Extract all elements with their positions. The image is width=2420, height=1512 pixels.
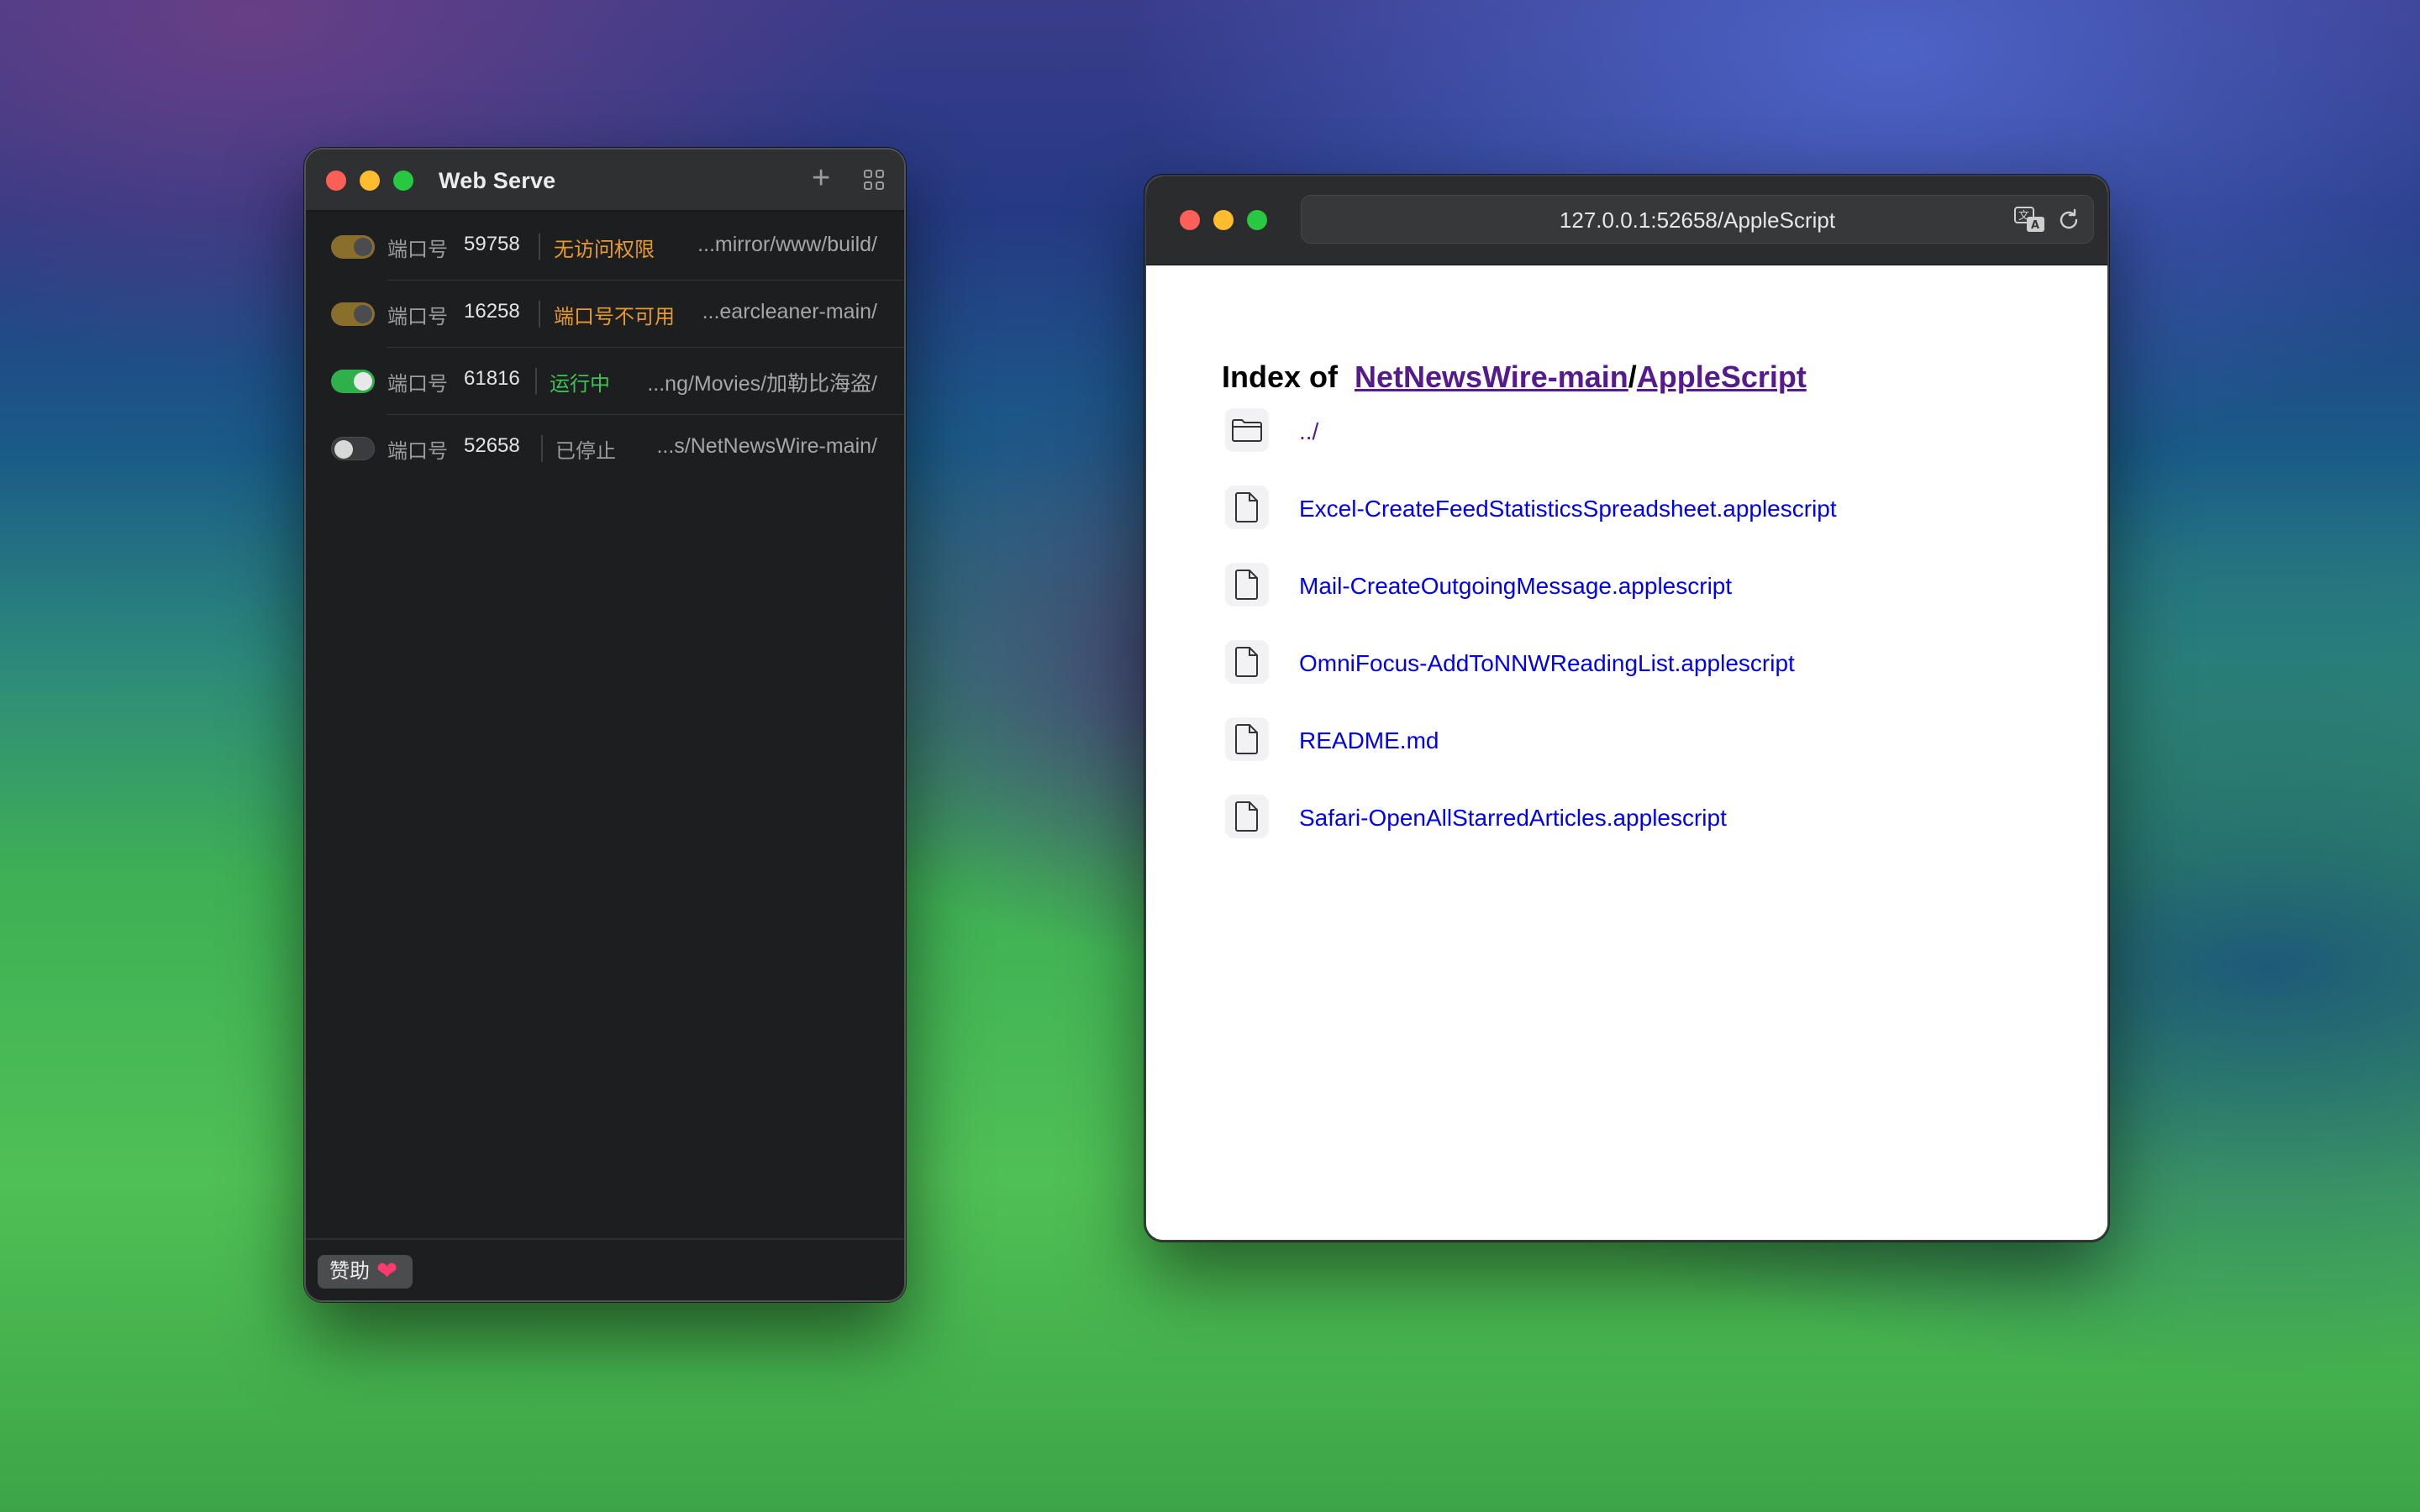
heart-icon: ❤ <box>376 1257 398 1285</box>
zoom-button[interactable] <box>1247 210 1267 230</box>
web-serve-window: Web Serve + 端口号 59758 无访问权限 ...mirror/ww… <box>304 148 906 1302</box>
divider <box>539 234 540 260</box>
file-link[interactable]: ../ <box>1299 418 1318 445</box>
folder-icon <box>1225 408 1269 452</box>
file-icon <box>1225 640 1269 684</box>
divider <box>541 435 543 462</box>
server-row[interactable]: 端口号 61816 运行中 ...ng/Movies/加勒比海盗/ <box>306 348 904 415</box>
file-icon <box>1225 717 1269 761</box>
file-link[interactable]: Safari-OpenAllStarredArticles.applescrip… <box>1299 805 1727 832</box>
file-link[interactable]: Excel-CreateFeedStatisticsSpreadsheet.ap… <box>1299 496 1837 522</box>
footer-bar: 赞助 ❤ <box>306 1238 904 1300</box>
port-number: 59758 <box>464 233 520 255</box>
server-toggle[interactable] <box>331 302 375 326</box>
breadcrumb-separator: / <box>1628 360 1637 394</box>
server-row[interactable]: 端口号 52658 已停止 ...s/NetNewsWire-main/ <box>306 415 904 482</box>
breadcrumb-link[interactable]: AppleScript <box>1637 360 1807 394</box>
server-row[interactable]: 端口号 59758 无访问权限 ...mirror/www/build/ <box>306 213 904 281</box>
window-title: Web Serve <box>439 168 556 193</box>
close-button[interactable] <box>1180 210 1200 230</box>
browser-title-bar: 127.0.0.1:52658/AppleScript 文 A <box>1146 176 2107 265</box>
page-title: Index of NetNewsWire-main/AppleScript <box>1222 360 1807 395</box>
server-toggle[interactable] <box>331 235 375 259</box>
port-label: 端口号 <box>387 440 448 463</box>
server-path: ...mirror/www/build/ <box>697 233 877 256</box>
server-path: ...s/NetNewsWire-main/ <box>656 434 877 458</box>
status-text: 已停止 <box>555 440 616 463</box>
status-text: 运行中 <box>550 373 610 396</box>
divider <box>539 301 540 328</box>
file-icon <box>1225 795 1269 838</box>
server-toggle[interactable] <box>331 437 375 460</box>
port-number: 16258 <box>464 300 520 323</box>
port-label: 端口号 <box>387 239 448 261</box>
port-number: 52658 <box>464 434 520 457</box>
add-server-button[interactable]: + <box>812 160 830 197</box>
url-text[interactable]: 127.0.0.1:52658/AppleScript <box>1302 207 2093 234</box>
translate-icon[interactable]: 文 A <box>2014 207 2046 234</box>
donate-label: 赞助 <box>329 1260 370 1283</box>
grid-view-icon[interactable] <box>864 170 884 190</box>
page-content: Index of NetNewsWire-main/AppleScript ..… <box>1146 265 2107 1240</box>
server-path: ...ng/Movies/加勒比海盗/ <box>647 372 877 396</box>
svg-text:A: A <box>2031 219 2039 232</box>
donate-button[interactable]: 赞助 ❤ <box>318 1255 413 1289</box>
port-label: 端口号 <box>387 306 448 328</box>
server-toggle[interactable] <box>331 370 375 393</box>
minimize-button[interactable] <box>360 171 380 191</box>
server-path: ...earcleaner-main/ <box>702 300 877 323</box>
server-row[interactable]: 端口号 16258 端口号不可用 ...earcleaner-main/ <box>306 281 904 348</box>
file-icon <box>1225 563 1269 606</box>
close-button[interactable] <box>326 171 346 191</box>
file-link[interactable]: OmniFocus-AddToNNWReadingList.applescrip… <box>1299 650 1795 677</box>
port-number: 61816 <box>464 367 520 390</box>
divider <box>535 368 537 395</box>
status-text: 无访问权限 <box>554 239 655 261</box>
browser-window: 127.0.0.1:52658/AppleScript 文 A Index of… <box>1144 175 2109 1242</box>
title-bar: Web Serve + <box>306 150 904 212</box>
file-link[interactable]: Mail-CreateOutgoingMessage.applescript <box>1299 573 1732 600</box>
breadcrumb-link[interactable]: NetNewsWire-main <box>1355 360 1628 394</box>
reload-icon[interactable] <box>2056 207 2081 233</box>
minimize-button[interactable] <box>1213 210 1234 230</box>
heading-prefix: Index of <box>1222 360 1339 394</box>
file-link[interactable]: README.md <box>1299 727 1439 754</box>
port-label: 端口号 <box>387 373 448 396</box>
zoom-button[interactable] <box>393 171 413 191</box>
file-icon <box>1225 486 1269 529</box>
address-bar[interactable]: 127.0.0.1:52658/AppleScript 文 A <box>1301 195 2094 244</box>
status-text: 端口号不可用 <box>554 306 675 328</box>
